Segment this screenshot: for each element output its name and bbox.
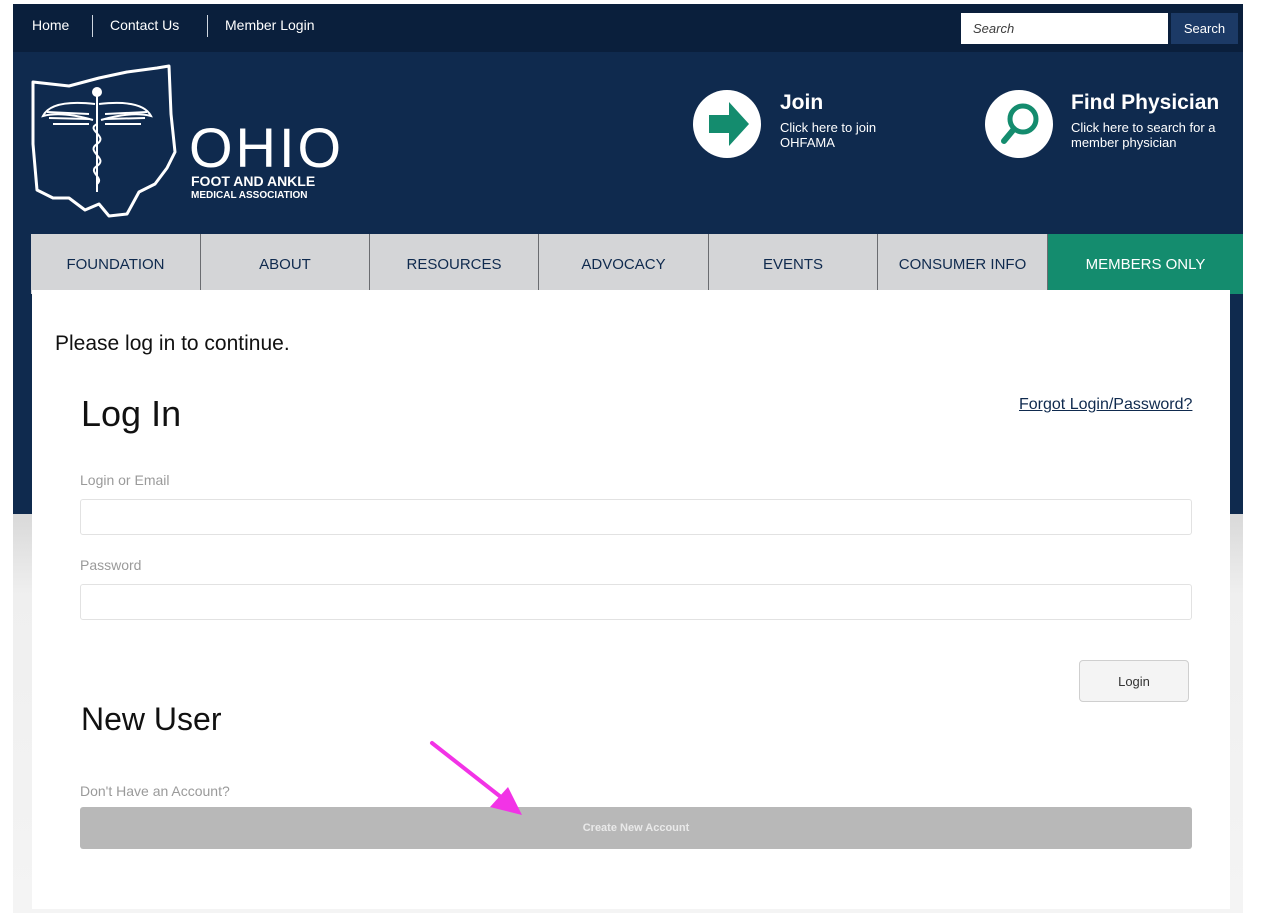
nav-resources[interactable]: RESOURCES (370, 234, 539, 294)
password-field[interactable] (80, 584, 1192, 620)
login-email-field[interactable] (80, 499, 1192, 535)
nav-about[interactable]: ABOUT (201, 234, 370, 294)
login-button[interactable]: Login (1079, 660, 1189, 702)
new-user-heading: New User (81, 701, 222, 737)
home-link[interactable]: Home (32, 17, 69, 33)
join-text: Click here to join OHFAMA (780, 120, 877, 150)
arrow-right-icon[interactable] (693, 90, 761, 158)
search-icon[interactable] (985, 90, 1053, 158)
top-bar: Home Contact Us Member Login Search (13, 4, 1243, 52)
logo-wordmark: OHIO (189, 116, 345, 179)
find-physician-title[interactable]: Find Physician (1071, 91, 1219, 115)
main-nav: FOUNDATION ABOUT RESOURCES ADVOCACY EVEN… (31, 234, 1243, 294)
divider (207, 15, 208, 37)
contact-us-link[interactable]: Contact Us (110, 17, 179, 33)
nav-advocacy[interactable]: ADVOCACY (539, 234, 709, 294)
search-button[interactable]: Search (1171, 13, 1238, 44)
find-physician-text: Click here to search for a member physic… (1071, 120, 1216, 150)
logo-subtitle: FOOT AND ANKLE (191, 173, 316, 189)
divider (92, 15, 93, 37)
logo-subtitle-small: MEDICAL ASSOCIATION (191, 190, 308, 201)
login-heading: Log In (81, 393, 182, 434)
nav-events[interactable]: EVENTS (709, 234, 878, 294)
login-panel: Please log in to continue. Log In Forgot… (32, 290, 1230, 909)
nav-foundation[interactable]: FOUNDATION (31, 234, 201, 294)
password-label: Password (80, 557, 142, 573)
login-intro: Please log in to continue. (55, 332, 290, 355)
no-account-prompt: Don't Have an Account? (80, 783, 230, 799)
page: Home Contact Us Member Login Search OHIO… (0, 0, 1271, 913)
create-account-button[interactable]: Create New Account (80, 807, 1192, 849)
nav-members-only[interactable]: MEMBERS ONLY (1048, 234, 1243, 294)
forgot-password-link[interactable]: Forgot Login/Password? (1019, 396, 1192, 414)
login-email-label: Login or Email (80, 472, 170, 488)
search-input[interactable] (961, 13, 1168, 44)
annotation-arrow-icon (430, 741, 522, 815)
join-title[interactable]: Join (780, 91, 823, 115)
member-login-link[interactable]: Member Login (225, 17, 315, 33)
nav-consumer-info[interactable]: CONSUMER INFO (878, 234, 1048, 294)
